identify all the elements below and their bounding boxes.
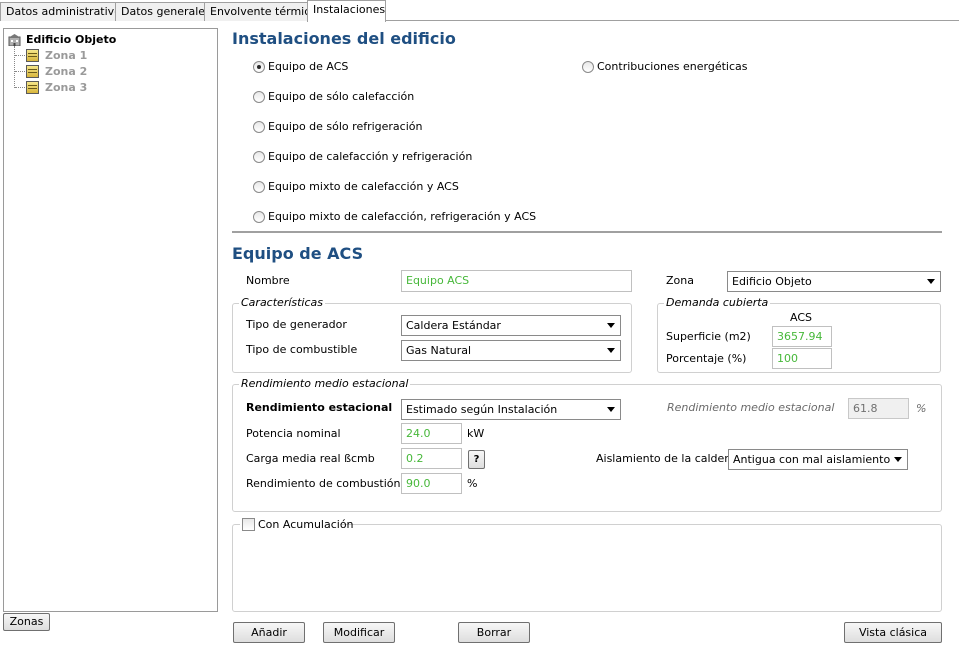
radio-button[interactable] xyxy=(253,151,265,163)
caracteristicas-title: Características xyxy=(239,296,326,309)
radio-label: Contribuciones energéticas xyxy=(597,60,748,73)
help-button[interactable]: ? xyxy=(468,450,485,469)
tab-strip: Datos administrativos Datos generales En… xyxy=(0,0,959,22)
zone-icon xyxy=(26,65,39,78)
tree-zone-label: Zona 2 xyxy=(45,65,88,78)
potencia-label: Potencia nominal xyxy=(246,427,341,440)
aislamiento-select[interactable]: Antigua con mal aislamiento xyxy=(728,449,908,470)
tree-connector xyxy=(15,55,25,56)
radio-label: Equipo de sólo calefacción xyxy=(268,90,415,103)
acumulacion-label: Con Acumulación xyxy=(258,518,354,531)
installations-title: Instalaciones del edificio xyxy=(232,29,456,48)
tab-envolvente-termica[interactable]: Envolvente térmica xyxy=(204,2,317,21)
tab-datos-generales[interactable]: Datos generales xyxy=(115,2,211,21)
radio-label: Equipo mixto de calefacción, refrigeraci… xyxy=(268,210,537,223)
combustible-select[interactable]: Gas Natural xyxy=(401,340,621,361)
carga-input[interactable]: 0.2 xyxy=(401,448,462,469)
modificar-button[interactable]: Modificar xyxy=(323,622,395,643)
superficie-label: Superficie (m2) xyxy=(666,330,751,343)
chevron-down-icon xyxy=(607,348,615,353)
nombre-input[interactable]: Equipo ACS xyxy=(401,270,632,292)
zona-select-value: Edificio Objeto xyxy=(732,275,812,288)
tree-zone-label: Zona 1 xyxy=(45,49,88,62)
radio-label: Equipo mixto de calefacción y ACS xyxy=(268,180,459,193)
porcentaje-label: Porcentaje (%) xyxy=(666,352,747,365)
anadir-button[interactable]: Añadir xyxy=(233,622,305,643)
zone-icon xyxy=(26,49,39,62)
aislamiento-label: Aislamiento de la caldera xyxy=(596,452,736,465)
rendimiento-estacional-label: Rendimiento estacional xyxy=(246,401,393,414)
tree-connector xyxy=(15,87,25,88)
combustion-unit: % xyxy=(467,477,478,490)
acumulacion-header[interactable]: Con Acumulación xyxy=(240,517,354,531)
rendimiento-medio-label: Rendimiento medio estacional xyxy=(667,401,835,414)
radio-button[interactable] xyxy=(582,61,594,73)
superficie-input[interactable]: 3657.94 xyxy=(772,326,832,347)
vista-clasica-button[interactable]: Vista clásica xyxy=(844,622,942,643)
zona-select[interactable]: Edificio Objeto xyxy=(727,271,941,292)
generador-label: Tipo de generador xyxy=(246,318,347,331)
chevron-down-icon xyxy=(607,407,615,412)
rendimiento-title: Rendimiento medio estacional xyxy=(239,377,411,390)
combustion-input[interactable]: 90.0 xyxy=(401,473,462,494)
radio-button[interactable] xyxy=(253,121,265,133)
nombre-label: Nombre xyxy=(246,274,290,287)
tree-connector xyxy=(14,46,15,88)
radio-label: Equipo de calefacción y refrigeración xyxy=(268,150,473,163)
generador-select-value: Caldera Estándar xyxy=(406,319,501,332)
caracteristicas-group xyxy=(232,303,632,373)
zone-icon xyxy=(26,81,39,94)
rendimiento-estacional-select[interactable]: Estimado según Instalación xyxy=(401,399,621,420)
building-icon xyxy=(8,34,21,46)
radio-button[interactable] xyxy=(253,61,265,73)
chevron-down-icon xyxy=(894,457,902,462)
tab-instalaciones[interactable]: Instalaciones xyxy=(307,0,386,22)
aislamiento-select-value: Antigua con mal aislamiento xyxy=(733,453,891,466)
potencia-unit: kW xyxy=(467,427,485,440)
rendimiento-estacional-value: Estimado según Instalación xyxy=(406,403,558,416)
rendimiento-medio-unit: % xyxy=(916,402,927,415)
radio-label: Equipo de ACS xyxy=(268,60,349,73)
zonas-button[interactable]: Zonas xyxy=(3,613,50,631)
zone-tree[interactable]: Edificio Objeto Zona 1 Zona 2 Zona 3 xyxy=(3,28,218,612)
combustible-label: Tipo de combustible xyxy=(246,343,358,356)
radio-button[interactable] xyxy=(253,91,265,103)
section-divider xyxy=(232,231,942,233)
chevron-down-icon xyxy=(927,279,935,284)
carga-label: Carga media real ßcmb xyxy=(246,452,375,465)
acumulacion-group xyxy=(232,524,942,612)
tree-connector xyxy=(15,71,25,72)
tree-zone-label: Zona 3 xyxy=(45,81,88,94)
equipo-title: Equipo de ACS xyxy=(232,244,364,263)
zona-label: Zona xyxy=(666,274,694,287)
chevron-down-icon xyxy=(607,323,615,328)
demanda-title: Demanda cubierta xyxy=(664,296,771,309)
radio-button[interactable] xyxy=(253,211,265,223)
combustible-select-value: Gas Natural xyxy=(406,344,472,357)
demanda-col-header: ACS xyxy=(790,311,812,324)
borrar-button[interactable]: Borrar xyxy=(458,622,530,643)
tree-root-label: Edificio Objeto xyxy=(26,33,117,46)
radio-label: Equipo de sólo refrigeración xyxy=(268,120,423,133)
porcentaje-input[interactable]: 100 xyxy=(772,348,832,369)
tab-datos-administrativos[interactable]: Datos administrativos xyxy=(0,2,127,21)
generador-select[interactable]: Caldera Estándar xyxy=(401,315,621,336)
rendimiento-medio-input: 61.8 xyxy=(848,398,909,419)
combustion-label: Rendimiento de combustión xyxy=(246,477,401,490)
potencia-input[interactable]: 24.0 xyxy=(401,423,462,444)
acumulacion-checkbox[interactable] xyxy=(242,518,255,531)
radio-button[interactable] xyxy=(253,181,265,193)
